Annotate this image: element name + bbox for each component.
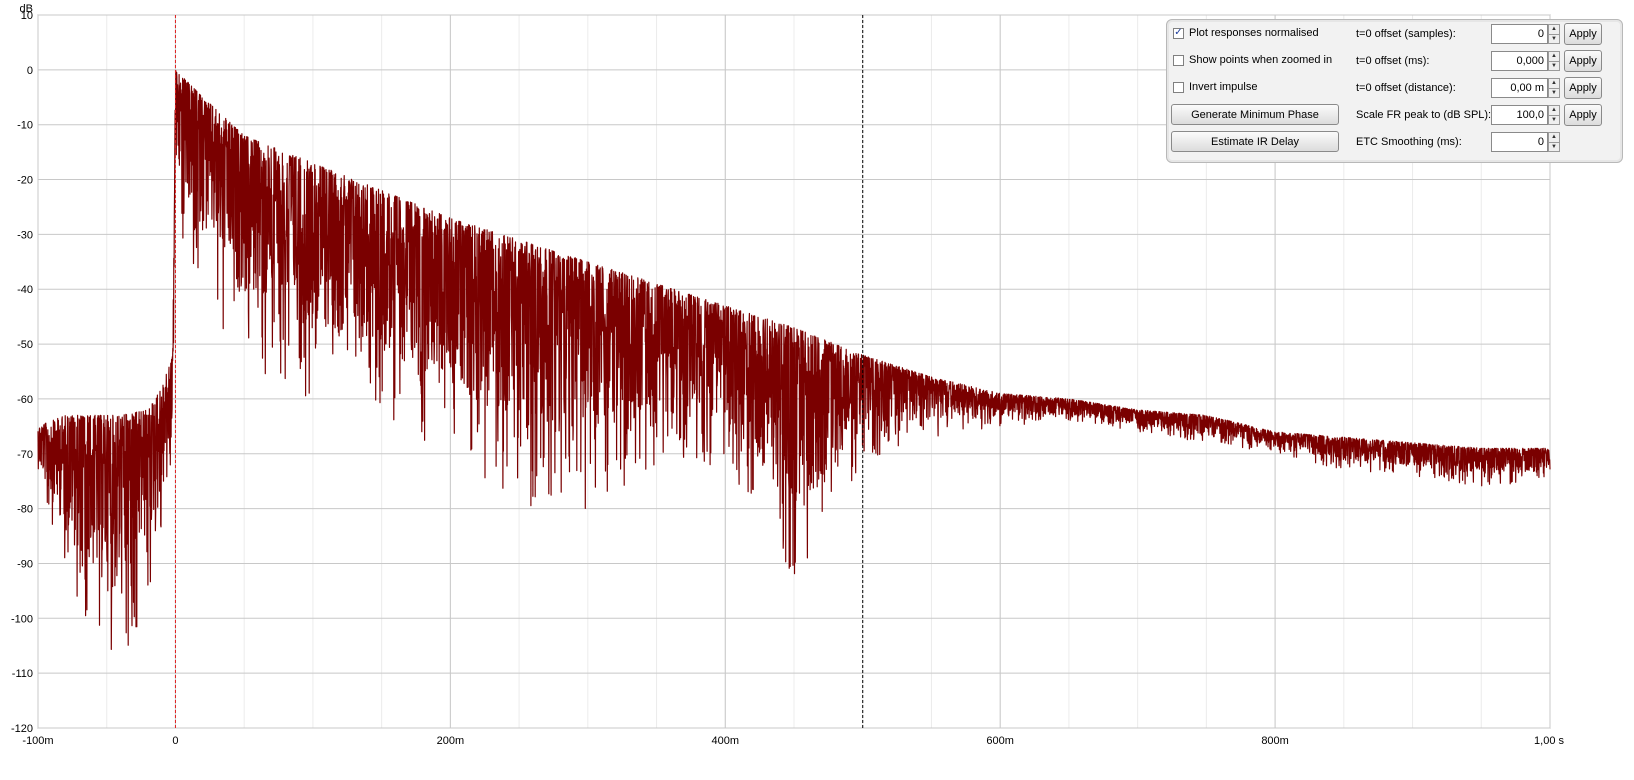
offset-distance-label: t=0 offset (distance): [1356, 82, 1456, 94]
row-2: Show points when zoomed in t=0 offset (m… [1167, 49, 1622, 75]
y-tick-label: -40 [17, 284, 33, 296]
invert-impulse-checkbox-label: Invert impulse [1189, 81, 1258, 93]
spin-down-icon[interactable]: ▼ [1549, 89, 1559, 98]
offset-distance-input[interactable]: 0,00 m [1491, 78, 1548, 98]
show-points-checkbox-group[interactable]: Show points when zoomed in [1173, 54, 1332, 66]
etc-smoothing-label: ETC Smoothing (ms): [1356, 136, 1462, 148]
x-tick-label: 0 [172, 735, 178, 747]
y-tick-label: 0 [27, 65, 33, 77]
row-4: Generate Minimum Phase Scale FR peak to … [1167, 103, 1622, 129]
scale-fr-peak-input[interactable]: 100,0 [1491, 105, 1548, 125]
apply-ms-button[interactable]: Apply [1564, 50, 1602, 72]
show-points-checkbox-label: Show points when zoomed in [1189, 54, 1333, 66]
row-1: ✓ Plot responses normalised t=0 offset (… [1167, 22, 1622, 48]
spin-up-icon[interactable]: ▲ [1549, 79, 1559, 89]
offset-samples-input[interactable]: 0 [1491, 24, 1548, 44]
y-axis-unit-label: dB [20, 3, 33, 15]
spin-up-icon[interactable]: ▲ [1549, 25, 1559, 35]
y-tick-label: -30 [17, 229, 33, 241]
invert-impulse-checkbox-group[interactable]: Invert impulse [1173, 81, 1257, 93]
offset-ms-spinner[interactable]: ▲ ▼ [1548, 51, 1560, 71]
offset-samples-spinner[interactable]: ▲ ▼ [1548, 24, 1560, 44]
spin-down-icon[interactable]: ▼ [1549, 143, 1559, 152]
x-tick-label: 200m [437, 735, 465, 747]
apply-distance-button[interactable]: Apply [1564, 77, 1602, 99]
normalise-checkbox-label: Plot responses normalised [1189, 27, 1319, 39]
x-tick-label: 800m [1261, 735, 1289, 747]
offset-ms-label: t=0 offset (ms): [1356, 55, 1430, 67]
apply-samples-button[interactable]: Apply [1564, 23, 1602, 45]
y-tick-label: -10 [17, 120, 33, 132]
spin-up-icon[interactable]: ▲ [1549, 106, 1559, 116]
row-5: Estimate IR Delay ETC Smoothing (ms): 0 … [1167, 130, 1622, 156]
y-tick-label: -100 [11, 613, 33, 625]
generate-minimum-phase-button[interactable]: Generate Minimum Phase [1171, 104, 1339, 125]
estimate-ir-delay-button[interactable]: Estimate IR Delay [1171, 131, 1339, 152]
y-tick-label: -110 [12, 668, 33, 680]
spin-up-icon[interactable]: ▲ [1549, 52, 1559, 62]
x-tick-label: 400m [712, 735, 740, 747]
y-tick-label: -70 [17, 449, 33, 461]
offset-ms-input[interactable]: 0,000 [1491, 51, 1548, 71]
scale-fr-peak-label: Scale FR peak to (dB SPL): [1356, 109, 1492, 121]
apply-scale-button[interactable]: Apply [1564, 104, 1602, 126]
spin-down-icon[interactable]: ▼ [1549, 35, 1559, 44]
y-tick-label: -120 [11, 723, 33, 735]
spin-down-icon[interactable]: ▼ [1549, 116, 1559, 125]
offset-distance-spinner[interactable]: ▲ ▼ [1548, 78, 1560, 98]
row-3: Invert impulse t=0 offset (distance): 0,… [1167, 76, 1622, 102]
spin-up-icon[interactable]: ▲ [1549, 133, 1559, 143]
spin-down-icon[interactable]: ▼ [1549, 62, 1559, 71]
x-tick-label: -100m [22, 735, 53, 747]
y-tick-label: -90 [17, 558, 33, 570]
invert-impulse-checkbox[interactable] [1173, 81, 1184, 93]
etc-smoothing-spinner[interactable]: ▲ ▼ [1548, 132, 1560, 152]
x-tick-label: 600m [986, 735, 1014, 747]
y-tick-label: -50 [17, 339, 33, 351]
y-tick-label: -80 [17, 504, 33, 516]
etc-smoothing-input[interactable]: 0 [1491, 132, 1548, 152]
show-points-checkbox[interactable] [1173, 54, 1184, 66]
y-tick-label: -60 [17, 394, 33, 406]
normalise-checkbox-group[interactable]: ✓ Plot responses normalised [1173, 27, 1319, 39]
offset-samples-label: t=0 offset (samples): [1356, 28, 1456, 40]
x-tick-label: 1,00 s [1534, 735, 1564, 747]
normalise-checkbox[interactable]: ✓ [1173, 27, 1184, 39]
control-panel: ✓ Plot responses normalised t=0 offset (… [1166, 19, 1623, 163]
y-tick-label: -20 [17, 175, 33, 187]
scale-fr-peak-spinner[interactable]: ▲ ▼ [1548, 105, 1560, 125]
